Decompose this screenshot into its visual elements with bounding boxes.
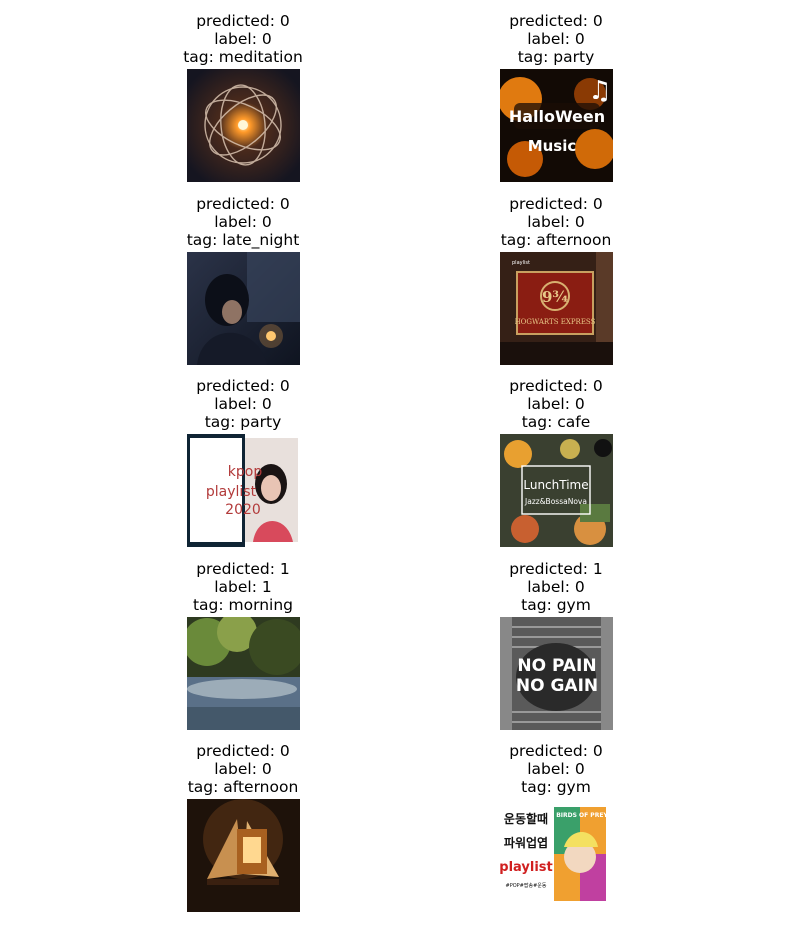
cafe-lunch-image: LunchTime Jazz&BossaNova: [500, 434, 613, 547]
panel-10: predicted: 0 label: 0 tag: gym BIRDS OF …: [436, 742, 676, 912]
panel-3: predicted: 0 label: 0 tag: late_night: [123, 195, 363, 365]
label-text: label: 0: [214, 395, 272, 414]
tag-text: tag: morning: [192, 596, 294, 615]
panel-caption: predicted: 0 label: 0 tag: gym: [436, 742, 676, 797]
panel-6: predicted: 0 label: 0 tag: cafe LunchTim…: [436, 377, 676, 547]
label-text: label: 0: [214, 213, 272, 232]
svg-text:♫: ♫: [588, 76, 611, 106]
svg-text:playlist: playlist: [500, 860, 553, 875]
thumbnail-morning: [187, 617, 300, 730]
predicted-text: predicted: 0: [509, 377, 603, 395]
panel-caption: predicted: 0 label: 0 tag: cafe: [436, 377, 676, 432]
label-text: label: 0: [527, 30, 585, 49]
panel-caption: predicted: 0 label: 0 tag: party: [436, 12, 676, 67]
thumbnail-meditation: [187, 69, 300, 182]
thumbnail-hogwarts: 9¾ HOGWARTS EXPRESS playlist: [500, 252, 613, 365]
thumbnail-kpop: kpop playlist 2020: [187, 434, 300, 547]
meditation-image: [187, 69, 300, 182]
label-text: label: 0: [527, 578, 585, 597]
predicted-text: predicted: 0: [509, 12, 603, 30]
morning-lake-image: [187, 617, 300, 730]
svg-text:playlist: playlist: [512, 260, 530, 266]
svg-text:kpop: kpop: [228, 464, 263, 480]
panel-caption: predicted: 0 label: 0 tag: afternoon: [123, 742, 363, 797]
svg-text:#POP#팝송#운동: #POP#팝송#운동: [506, 882, 547, 889]
thumbnail-workout-playlist: BIRDS OF PREY 운동할때 파워업엽 playlist #POP#팝송…: [500, 799, 613, 912]
tag-text: tag: afternoon: [500, 231, 612, 250]
panel-caption: predicted: 0 label: 0 tag: late_night: [123, 195, 363, 250]
label-text: label: 0: [214, 30, 272, 49]
tag-text: tag: party: [204, 413, 282, 432]
label-text: label: 0: [527, 760, 585, 779]
thumbnail-afternoon-book: [187, 799, 300, 912]
predicted-text: predicted: 0: [509, 195, 603, 213]
svg-text:HalloWeen: HalloWeen: [509, 107, 605, 126]
panel-caption: predicted: 0 label: 0 tag: party: [123, 377, 363, 432]
panel-2: predicted: 0 label: 0 tag: party HalloWe…: [436, 12, 676, 182]
afternoon-book-image: [187, 799, 300, 912]
panel-7: predicted: 1 label: 1 tag: morning: [123, 560, 363, 730]
late-night-image: [187, 252, 300, 365]
svg-text:HOGWARTS EXPRESS: HOGWARTS EXPRESS: [515, 318, 596, 326]
label-text: label: 0: [527, 395, 585, 414]
kpop-playlist-image: kpop playlist 2020: [187, 434, 300, 547]
predicted-text: predicted: 1: [196, 560, 290, 578]
thumbnail-halloween: HalloWeen Music ♫: [500, 69, 613, 182]
panel-9: predicted: 0 label: 0 tag: afternoon: [123, 742, 363, 912]
predicted-text: predicted: 0: [196, 377, 290, 395]
svg-text:playlist: playlist: [206, 484, 257, 500]
svg-text:LunchTime: LunchTime: [523, 478, 588, 492]
svg-text:NO GAIN: NO GAIN: [516, 676, 598, 696]
predicted-text: predicted: 0: [509, 742, 603, 760]
panel-1: predicted: 0 label: 0 tag: meditation: [123, 12, 363, 182]
svg-text:Jazz&BossaNova: Jazz&BossaNova: [524, 497, 587, 506]
svg-text:BIRDS OF PREY: BIRDS OF PREY: [556, 812, 608, 819]
predicted-text: predicted: 1: [509, 560, 603, 578]
label-text: label: 1: [214, 578, 272, 597]
panel-4: predicted: 0 label: 0 tag: afternoon 9¾ …: [436, 195, 676, 365]
svg-text:2020: 2020: [225, 502, 261, 518]
predicted-text: predicted: 0: [196, 195, 290, 213]
tag-text: tag: afternoon: [187, 778, 299, 797]
tag-text: tag: cafe: [521, 413, 591, 432]
label-text: label: 0: [527, 213, 585, 232]
tag-text: tag: meditation: [183, 48, 303, 67]
thumbnail-late-night: [187, 252, 300, 365]
panel-caption: predicted: 0 label: 0 tag: meditation: [123, 12, 363, 67]
panel-8: predicted: 1 label: 0 tag: gym NO PAIN N…: [436, 560, 676, 730]
svg-text:Music: Music: [528, 137, 577, 155]
svg-text:9¾: 9¾: [542, 288, 568, 306]
tag-text: tag: party: [517, 48, 595, 67]
panel-caption: predicted: 1 label: 0 tag: gym: [436, 560, 676, 615]
label-text: label: 0: [214, 760, 272, 779]
svg-text:NO PAIN: NO PAIN: [517, 656, 596, 676]
svg-text:운동할때: 운동할때: [504, 811, 548, 826]
predicted-text: predicted: 0: [196, 12, 290, 30]
no-pain-no-gain-image: NO PAIN NO GAIN: [500, 617, 613, 730]
thumbnail-cafe: LunchTime Jazz&BossaNova: [500, 434, 613, 547]
halloween-image: HalloWeen Music ♫: [500, 69, 613, 182]
panel-caption: predicted: 1 label: 1 tag: morning: [123, 560, 363, 615]
predicted-text: predicted: 0: [196, 742, 290, 760]
workout-playlist-image: BIRDS OF PREY 운동할때 파워업엽 playlist #POP#팝송…: [500, 799, 613, 912]
hogwarts-image: 9¾ HOGWARTS EXPRESS playlist: [500, 252, 613, 365]
tag-text: tag: late_night: [186, 231, 300, 250]
panel-caption: predicted: 0 label: 0 tag: afternoon: [436, 195, 676, 250]
tag-text: tag: gym: [521, 778, 591, 797]
thumbnail-gym: NO PAIN NO GAIN: [500, 617, 613, 730]
panel-5: predicted: 0 label: 0 tag: party kpop pl…: [123, 377, 363, 547]
svg-text:파워업엽: 파워업엽: [504, 835, 548, 850]
tag-text: tag: gym: [521, 596, 591, 615]
